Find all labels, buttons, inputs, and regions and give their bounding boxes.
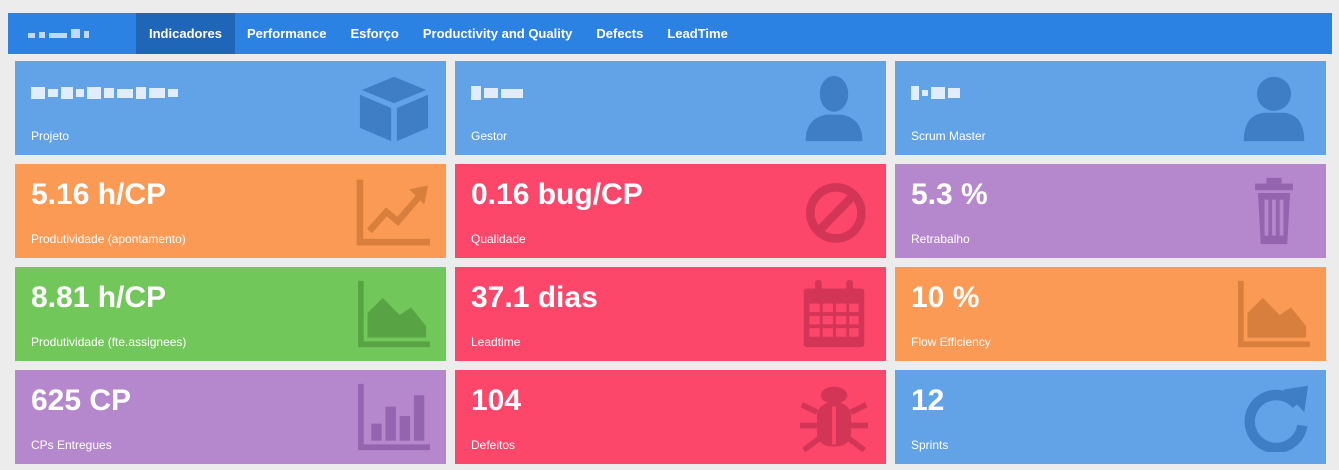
card-scrum-master: Scrum Master — [895, 61, 1326, 155]
nav-tab-esforco[interactable]: Esforço — [338, 13, 410, 54]
area-chart-icon — [356, 279, 432, 349]
nav-tab-indicadores[interactable]: Indicadores — [136, 13, 235, 54]
area-chart-icon — [1236, 279, 1312, 349]
card-gestor: Gestor — [455, 61, 886, 155]
card-defeitos: 104 Defeitos — [455, 370, 886, 464]
trend-up-chart-icon — [356, 176, 432, 246]
ban-icon — [796, 176, 872, 246]
top-navbar: Indicadores Performance Esforço Producti… — [8, 13, 1332, 54]
bug-icon — [796, 382, 872, 453]
blurred-brand-text — [28, 29, 89, 38]
card-leadtime: 37.1 dias Leadtime — [455, 267, 886, 361]
card-produtividade-fte: 8.81 h/CP Produtividade (fte.assignees) — [15, 267, 446, 361]
nav-tab-productivity-quality[interactable]: Productivity and Quality — [411, 13, 585, 54]
nav-tab-defects[interactable]: Defects — [584, 13, 655, 54]
user-icon — [796, 73, 872, 143]
cube-icon — [356, 73, 432, 143]
card-qualidade: 0.16 bug/CP Qualidade — [455, 164, 886, 258]
nav-tab-leadtime[interactable]: LeadTime — [655, 13, 739, 54]
trash-icon — [1236, 176, 1312, 246]
card-projeto: Projeto — [15, 61, 446, 155]
card-cps-entregues: 625 CP CPs Entregues — [15, 370, 446, 464]
calendar-icon — [796, 279, 872, 349]
indicator-grid: Projeto Gestor Scrum Master 5.16 h/CP Pr… — [15, 61, 1326, 464]
user-icon — [1236, 73, 1312, 143]
bar-chart-icon — [356, 382, 432, 452]
brand-logo[interactable] — [8, 13, 136, 54]
card-retrabalho: 5.3 % Retrabalho — [895, 164, 1326, 258]
card-sprints: 12 Sprints — [895, 370, 1326, 464]
refresh-icon — [1236, 382, 1312, 454]
card-flow-efficiency: 10 % Flow Efficiency — [895, 267, 1326, 361]
nav-tab-performance[interactable]: Performance — [235, 13, 338, 54]
card-produtividade-apontamento: 5.16 h/CP Produtividade (apontamento) — [15, 164, 446, 258]
